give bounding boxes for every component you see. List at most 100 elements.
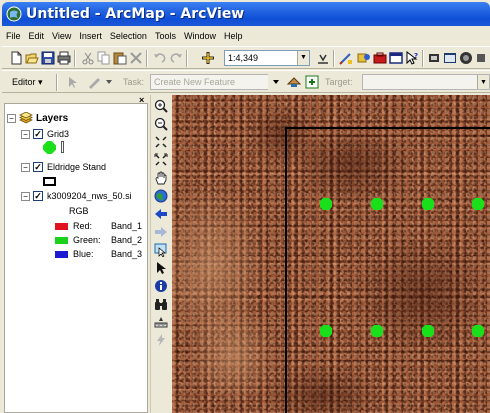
title-bar[interactable]: Untitled - ArcMap - ArcView	[2, 2, 490, 26]
collapse-icon[interactable]: −	[7, 113, 16, 123]
band-row-green: Green: Band_2	[55, 234, 142, 246]
what-is-this-icon[interactable]: ?	[404, 50, 420, 66]
map-display[interactable]	[172, 95, 490, 413]
menu-help[interactable]: Help	[220, 27, 247, 45]
python-window-icon[interactable]	[442, 50, 458, 66]
arc-catalog-icon[interactable]	[356, 50, 372, 66]
toolbar-separator	[422, 50, 424, 67]
hollow-rectangle-symbol-icon[interactable]	[43, 176, 56, 186]
chevron-down-icon[interactable]	[268, 74, 284, 90]
arcmap-globe-icon	[6, 6, 22, 22]
svg-text:?: ?	[414, 52, 418, 60]
grid-point[interactable]	[422, 198, 434, 210]
menu-edit[interactable]: Edit	[25, 27, 49, 45]
add-data-icon[interactable]	[200, 50, 216, 66]
grid-point[interactable]	[320, 325, 332, 337]
sketch-dropdown-icon[interactable]	[101, 74, 117, 90]
pan-hand-icon[interactable]	[153, 170, 169, 186]
model-builder-icon[interactable]	[426, 50, 442, 66]
forward-arrow-icon[interactable]	[153, 224, 169, 240]
chevron-down-icon[interactable]: ▼	[477, 75, 489, 89]
select-elements-arrow-icon[interactable]	[153, 260, 169, 276]
arc-toolbox-icon[interactable]	[372, 50, 388, 66]
toolbar-separator	[333, 50, 335, 67]
delete-icon[interactable]	[128, 50, 144, 66]
measure-ruler-icon[interactable]	[153, 314, 169, 330]
menu-window[interactable]: Window	[180, 27, 220, 45]
task-dropdown[interactable]: Create New Feature	[150, 74, 280, 90]
symbol-bar-icon	[61, 141, 64, 153]
layer-visibility-checkbox[interactable]: ✓	[33, 129, 43, 139]
menu-tools[interactable]: Tools	[151, 27, 180, 45]
layer-tree: − Layers − ✓ Grid3 − ✓ Eldridge Stand − …	[4, 103, 148, 413]
blue-swatch-icon[interactable]	[55, 250, 68, 258]
chevron-down-icon[interactable]: ▼	[297, 51, 309, 65]
layers-root-row[interactable]: − Layers	[7, 112, 68, 124]
map-scale-extra-icon[interactable]	[315, 50, 331, 66]
select-features-icon[interactable]	[153, 242, 169, 258]
new-document-icon[interactable]	[8, 50, 24, 66]
grid-point[interactable]	[371, 325, 383, 337]
attributes-icon[interactable]	[286, 74, 302, 90]
raster-renderer-row: RGB	[69, 205, 89, 217]
toolbar-separator	[74, 50, 76, 67]
table-of-contents: × − Layers − ✓ Grid3 − ✓ Eldridge Stand …	[0, 95, 150, 413]
grid-point[interactable]	[472, 325, 484, 337]
map-scale-combo[interactable]: 1:4,349 ▼	[224, 50, 310, 66]
copy-icon[interactable]	[96, 50, 112, 66]
grid-point[interactable]	[371, 198, 383, 210]
sketch-tool-icon[interactable]	[86, 74, 102, 90]
menu-selection[interactable]: Selection	[106, 27, 151, 45]
layer-row-grid3[interactable]: − ✓ Grid3	[21, 128, 69, 140]
cut-icon[interactable]	[80, 50, 96, 66]
layer-name: Eldridge Stand	[47, 162, 107, 172]
menu-file[interactable]: File	[2, 27, 25, 45]
grid-point[interactable]	[320, 198, 332, 210]
identify-info-icon[interactable]	[153, 278, 169, 294]
fixed-zoom-in-icon[interactable]	[153, 134, 169, 150]
undo-icon[interactable]	[152, 50, 168, 66]
collapse-icon[interactable]: −	[21, 191, 30, 201]
save-icon[interactable]	[40, 50, 56, 66]
menu-view[interactable]: View	[48, 27, 75, 45]
back-arrow-icon[interactable]	[153, 206, 169, 222]
window-icon[interactable]	[388, 50, 404, 66]
grid-point[interactable]	[422, 325, 434, 337]
paste-icon[interactable]	[112, 50, 128, 66]
zoom-in-icon[interactable]	[153, 98, 169, 114]
target-dropdown[interactable]: ▼	[362, 74, 490, 90]
collapse-icon[interactable]: −	[21, 129, 30, 139]
layer-name: Grid3	[47, 129, 70, 139]
hyperlink-lightning-icon[interactable]	[153, 332, 169, 348]
print-icon[interactable]	[56, 50, 72, 66]
layer-visibility-checkbox[interactable]: ✓	[33, 162, 43, 172]
open-folder-icon[interactable]	[24, 50, 40, 66]
standard-toolbar: 1:4,349 ▼ ?	[2, 46, 490, 69]
green-octagon-symbol-icon[interactable]	[43, 140, 56, 154]
red-swatch-icon[interactable]	[55, 222, 68, 230]
editor-menu-button[interactable]: Editor ▾	[12, 75, 43, 89]
layer-name: k3009204_nws_50.si	[47, 191, 132, 201]
menu-insert[interactable]: Insert	[75, 27, 106, 45]
redo-icon[interactable]	[168, 50, 184, 66]
fixed-zoom-out-icon[interactable]	[153, 152, 169, 168]
edit-tool-icon[interactable]	[64, 74, 80, 90]
map-scale-value: 1:4,349	[228, 53, 259, 63]
menu-bar: File Edit View Insert Selection Tools Wi…	[2, 27, 490, 45]
grid-point[interactable]	[472, 198, 484, 210]
zoom-out-icon[interactable]	[153, 116, 169, 132]
results-icon[interactable]	[458, 50, 474, 66]
layer-row-eldridge-stand[interactable]: − ✓ Eldridge Stand	[21, 161, 106, 173]
layer-symbol-row	[43, 140, 64, 154]
layer-row-raster[interactable]: − ✓ k3009204_nws_50.si	[21, 190, 132, 202]
full-extent-globe-icon[interactable]	[153, 188, 169, 204]
collapse-icon[interactable]: −	[21, 162, 30, 172]
green-swatch-icon[interactable]	[55, 236, 68, 244]
find-binoculars-icon[interactable]	[153, 296, 169, 312]
band-row-red: Red: Band_1	[55, 220, 142, 232]
layer-visibility-checkbox[interactable]: ✓	[33, 191, 43, 201]
editor-toolbar-icon[interactable]	[338, 50, 354, 66]
sketch-properties-icon[interactable]	[304, 74, 320, 90]
band-channel: Blue:	[73, 249, 94, 259]
toolbar-more-icon[interactable]	[474, 50, 490, 66]
